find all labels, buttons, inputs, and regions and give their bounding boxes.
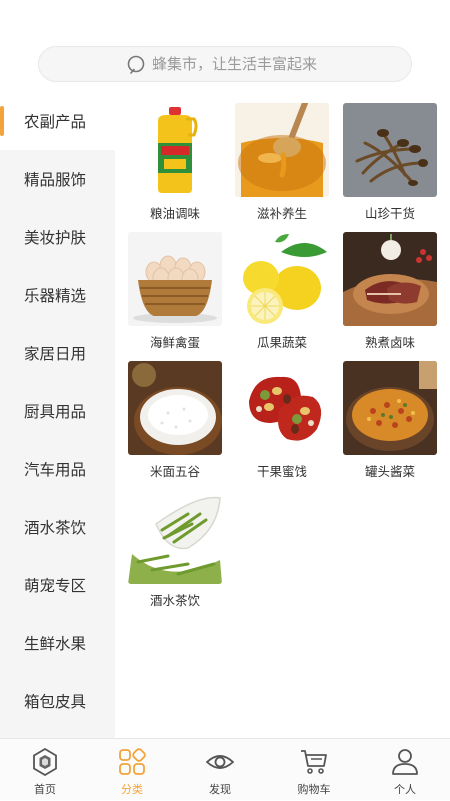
tab-label: 首页 <box>34 783 56 796</box>
sidebar-item-label: 箱包皮具 <box>24 693 87 711</box>
sidebar-item-household[interactable]: 家居日用 <box>0 324 115 382</box>
cooking-oil-image <box>128 103 222 197</box>
category-tile[interactable]: 山珍干货 <box>343 103 437 222</box>
person-icon <box>392 749 418 775</box>
category-tile[interactable]: 瓜果蔬菜 <box>235 232 329 351</box>
home-hexagon-icon <box>33 748 57 776</box>
category-tile[interactable]: 米面五谷 <box>128 361 222 480</box>
tab-label: 发现 <box>209 783 231 796</box>
category-tile[interactable]: 罐头酱菜 <box>343 361 437 480</box>
sidebar-item-label: 汽车用品 <box>24 461 87 479</box>
category-label: 海鲜禽蛋 <box>149 335 200 350</box>
sidebar-item-nongfu[interactable]: 农副产品 <box>0 92 115 150</box>
cured-meat-image <box>343 232 437 326</box>
sidebar-item-label: 萌宠专区 <box>24 577 87 595</box>
sidebar-item-fruits[interactable]: 生鲜水果 <box>0 614 115 672</box>
tab-profile[interactable]: 个人 <box>360 739 450 801</box>
tab-label: 分类 <box>121 783 143 796</box>
category-tile[interactable]: 海鲜禽蛋 <box>128 232 222 351</box>
sidebar-item-label: 美妆护肤 <box>24 229 87 247</box>
sidebar-item-pets[interactable]: 萌宠专区 <box>0 556 115 614</box>
green-tea-image <box>128 490 222 584</box>
category-grid: 粮油调味 滋补养生 山珍干货 海鲜禽蛋 瓜果蔬菜 熟煮卤味 米面五谷 干果蜜饯 … <box>115 92 450 738</box>
sidebar-item-label: 酒水茶饮 <box>24 519 87 537</box>
sidebar-item-label: 精品服饰 <box>24 171 87 189</box>
tab-home[interactable]: 首页 <box>0 739 90 801</box>
category-label: 酒水茶饮 <box>149 593 200 608</box>
sidebar-item-bags[interactable]: 箱包皮具 <box>0 672 115 730</box>
sidebar-item-label: 农副产品 <box>24 113 87 131</box>
pickled-vegetables-image <box>343 361 437 455</box>
tab-label: 购物车 <box>297 783 331 796</box>
honey-image <box>235 103 329 197</box>
sidebar-item-kitchenware[interactable]: 厨具用品 <box>0 382 115 440</box>
sidebar-item-label: 生鲜水果 <box>24 635 87 653</box>
category-label: 山珍干货 <box>364 206 415 221</box>
sidebar-item-drinks[interactable]: 酒水茶饮 <box>0 498 115 556</box>
dried-fruit-image <box>235 361 329 455</box>
cart-icon <box>301 750 327 774</box>
category-label: 米面五谷 <box>149 464 200 479</box>
category-tile[interactable]: 滋补养生 <box>235 103 329 222</box>
search-icon <box>127 55 145 74</box>
sidebar-item-fashion[interactable]: 精品服饰 <box>0 150 115 208</box>
sidebar-item-instruments[interactable]: 乐器精选 <box>0 266 115 324</box>
sidebar-item-label: 乐器精选 <box>24 287 87 305</box>
eggs-image <box>128 232 222 326</box>
category-sidebar: 农副产品 精品服饰 美妆护肤 乐器精选 家居日用 厨具用品 汽车用品 酒水茶饮 … <box>0 92 115 738</box>
category-label: 粮油调味 <box>149 206 200 221</box>
sidebar-item-label: 厨具用品 <box>24 403 87 421</box>
search-placeholder: 蜂集市，让生活丰富起来 <box>152 55 318 73</box>
sidebar-item-beauty[interactable]: 美妆护肤 <box>0 208 115 266</box>
eye-icon <box>206 755 234 769</box>
category-label: 熟煮卤味 <box>364 335 415 350</box>
category-tile[interactable]: 酒水茶饮 <box>128 490 222 609</box>
active-indicator <box>0 106 4 136</box>
bottom-tab-bar: 首页 分类 发现 购物车 个人 <box>0 738 450 800</box>
category-tile[interactable]: 粮油调味 <box>128 103 222 222</box>
category-label: 罐头酱菜 <box>364 464 415 479</box>
tab-label: 个人 <box>394 783 416 796</box>
category-label: 滋补养生 <box>256 206 307 221</box>
tab-cart[interactable]: 购物车 <box>269 739 359 801</box>
category-label: 瓜果蔬菜 <box>256 335 307 350</box>
dried-mushrooms-image <box>343 103 437 197</box>
lemons-image <box>235 232 329 326</box>
tab-discover[interactable]: 发现 <box>175 739 265 801</box>
category-label: 干果蜜饯 <box>256 464 307 479</box>
sidebar-item-label: 家居日用 <box>24 345 87 363</box>
grid-category-icon <box>119 748 146 775</box>
tab-category[interactable]: 分类 <box>87 739 177 801</box>
sidebar-item-auto[interactable]: 汽车用品 <box>0 440 115 498</box>
rice-image <box>128 361 222 455</box>
category-tile[interactable]: 干果蜜饯 <box>235 361 329 480</box>
search-bar[interactable]: 蜂集市，让生活丰富起来 <box>38 46 412 82</box>
top-bar: 蜂集市，让生活丰富起来 <box>0 0 450 92</box>
category-tile[interactable]: 熟煮卤味 <box>343 232 437 351</box>
